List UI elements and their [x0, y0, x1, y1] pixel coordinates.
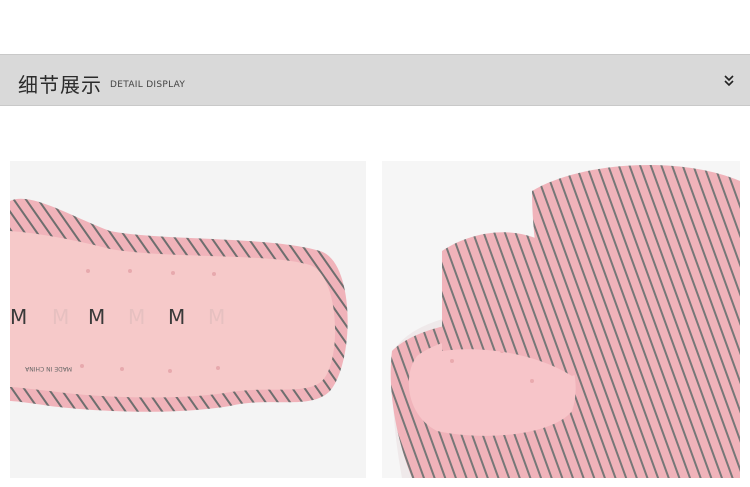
- insole-illustration: M M M M M M MADE IN CHINA: [10, 198, 348, 412]
- insole-letter-4: M: [128, 305, 145, 329]
- detail-photo-toe: [382, 161, 740, 478]
- detail-photo-insole: M M M M M M MADE IN CHINA: [10, 161, 366, 478]
- insole-letter-1: M: [10, 305, 27, 329]
- section-subtitle: DETAIL DISPLAY: [110, 80, 186, 90]
- section-header: 细节展示 DETAIL DISPLAY: [0, 54, 750, 106]
- section-title: 细节展示: [18, 73, 102, 97]
- chevron-double-down-icon[interactable]: [722, 73, 736, 87]
- made-in-label: MADE IN CHINA: [24, 365, 72, 372]
- insole-letter-5: M: [168, 305, 185, 329]
- insole-letter-2: M: [52, 305, 69, 329]
- insole-letter-6: M: [208, 305, 225, 329]
- toe-illustration: [390, 164, 740, 478]
- insole-letter-3: M: [88, 305, 105, 329]
